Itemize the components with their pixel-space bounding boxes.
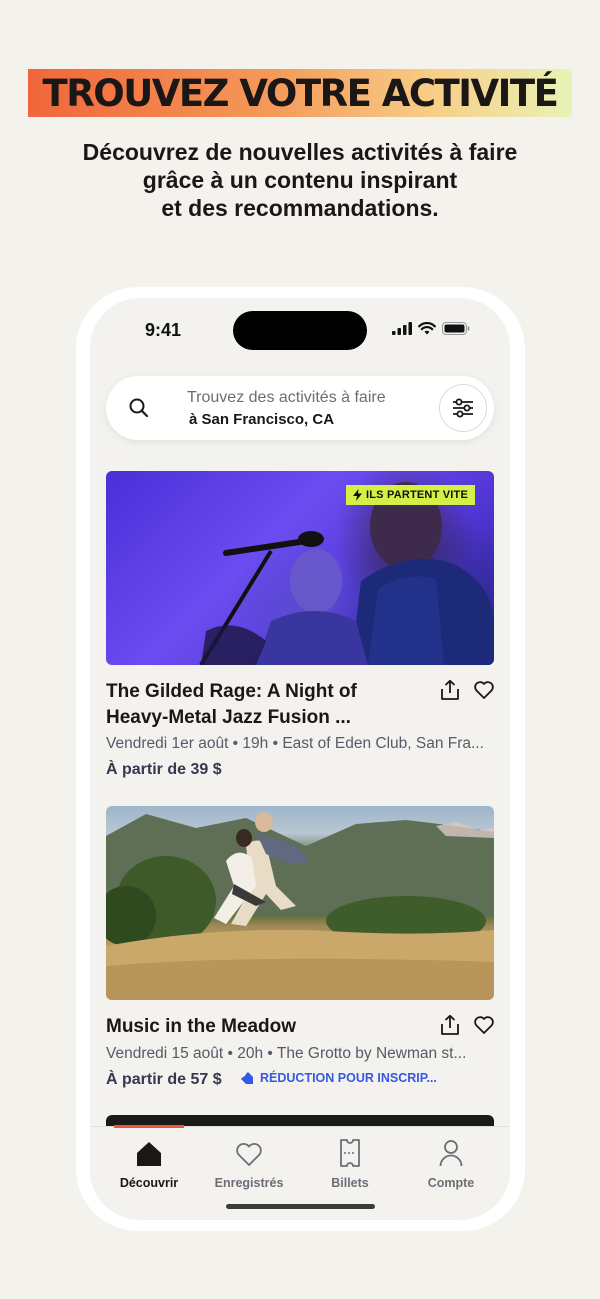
event-title-line: Heavy-Metal Jazz Fusion ...	[106, 707, 351, 728]
tab-label: Billets	[331, 1176, 369, 1190]
filter-sliders-icon	[453, 398, 473, 418]
tab-label: Enregistrés	[214, 1176, 284, 1190]
meadow-photo	[106, 812, 494, 1000]
share-icon[interactable]	[439, 679, 461, 701]
promo-headline-banner: TROUVEZ VOTRE ACTIVITÉ	[28, 69, 572, 117]
share-icon[interactable]	[439, 1014, 461, 1036]
wifi-icon	[418, 322, 436, 335]
event-actions	[439, 679, 495, 701]
event-price: À partir de 39 $	[106, 761, 222, 778]
tab-saved[interactable]: Enregistrés	[199, 1135, 299, 1190]
battery-icon	[442, 322, 470, 335]
promo-subtitle-line: et des recommandations.	[161, 195, 439, 221]
event-title-line: The Gilded Rage: A Night of	[106, 681, 357, 702]
selling-fast-label: ILS PARTENT VITE	[366, 489, 469, 501]
status-time: 9:41	[145, 320, 182, 340]
tab-discover[interactable]: Découvrir	[99, 1135, 199, 1190]
event-actions	[439, 1014, 495, 1036]
event-image-concert[interactable]: ILS PARTENT VITE	[106, 471, 494, 665]
search-icon	[129, 398, 149, 418]
person-icon	[439, 1140, 463, 1167]
tab-tickets[interactable]: Billets	[300, 1135, 400, 1190]
dynamic-island	[233, 311, 367, 350]
event-meta: Vendredi 1er août • 19h • East of Eden C…	[106, 735, 484, 752]
active-tab-indicator	[114, 1125, 184, 1128]
home-indicator	[226, 1204, 375, 1209]
lightning-icon	[353, 489, 362, 501]
tab-label: Compte	[427, 1176, 475, 1190]
filter-button[interactable]	[439, 384, 487, 432]
discount-label: RÉDUCTION POUR INSCRIP...	[260, 1071, 437, 1085]
tab-label: Découvrir	[119, 1176, 179, 1190]
home-icon	[137, 1142, 161, 1166]
tab-account[interactable]: Compte	[401, 1135, 501, 1190]
heart-icon	[236, 1143, 262, 1166]
promo-subtitle-line: grâce à un contenu inspirant	[142, 167, 458, 193]
promo-subtitle-line: Découvrez de nouvelles activités à faire	[82, 139, 518, 165]
selling-fast-badge: ILS PARTENT VITE	[346, 485, 476, 505]
heart-icon[interactable]	[473, 679, 495, 701]
tag-icon	[241, 1072, 253, 1084]
search-placeholder[interactable]: Trouvez des activités à faire	[187, 389, 386, 407]
search-bar[interactable]: Trouvez des activités à faire à San Fran…	[106, 376, 494, 440]
signal-icon	[392, 322, 412, 335]
event-image-meadow[interactable]	[106, 806, 494, 1000]
event-title-line: Music in the Meadow	[106, 1016, 297, 1037]
ticket-icon	[340, 1139, 360, 1167]
heart-icon[interactable]	[473, 1014, 495, 1036]
event-price: À partir de 57 $	[106, 1071, 222, 1088]
discount-badge[interactable]: RÉDUCTION POUR INSCRIP...	[240, 1071, 437, 1085]
promo-headline: TROUVEZ VOTRE ACTIVITÉ	[42, 71, 559, 115]
event-title[interactable]: Music in the Meadow	[106, 1014, 406, 1040]
search-location[interactable]: à San Francisco, CA	[189, 411, 334, 428]
phone-screen: 9:41 Trouvez des activités à faire à San…	[90, 298, 510, 1220]
event-meta: Vendredi 15 août • 20h • The Grotto by N…	[106, 1045, 467, 1062]
promo-subtitle: Découvrez de nouvelles activités à faire…	[40, 138, 560, 222]
status-icons	[392, 322, 470, 335]
event-title[interactable]: The Gilded Rage: A Night of Heavy-Metal …	[106, 679, 406, 731]
